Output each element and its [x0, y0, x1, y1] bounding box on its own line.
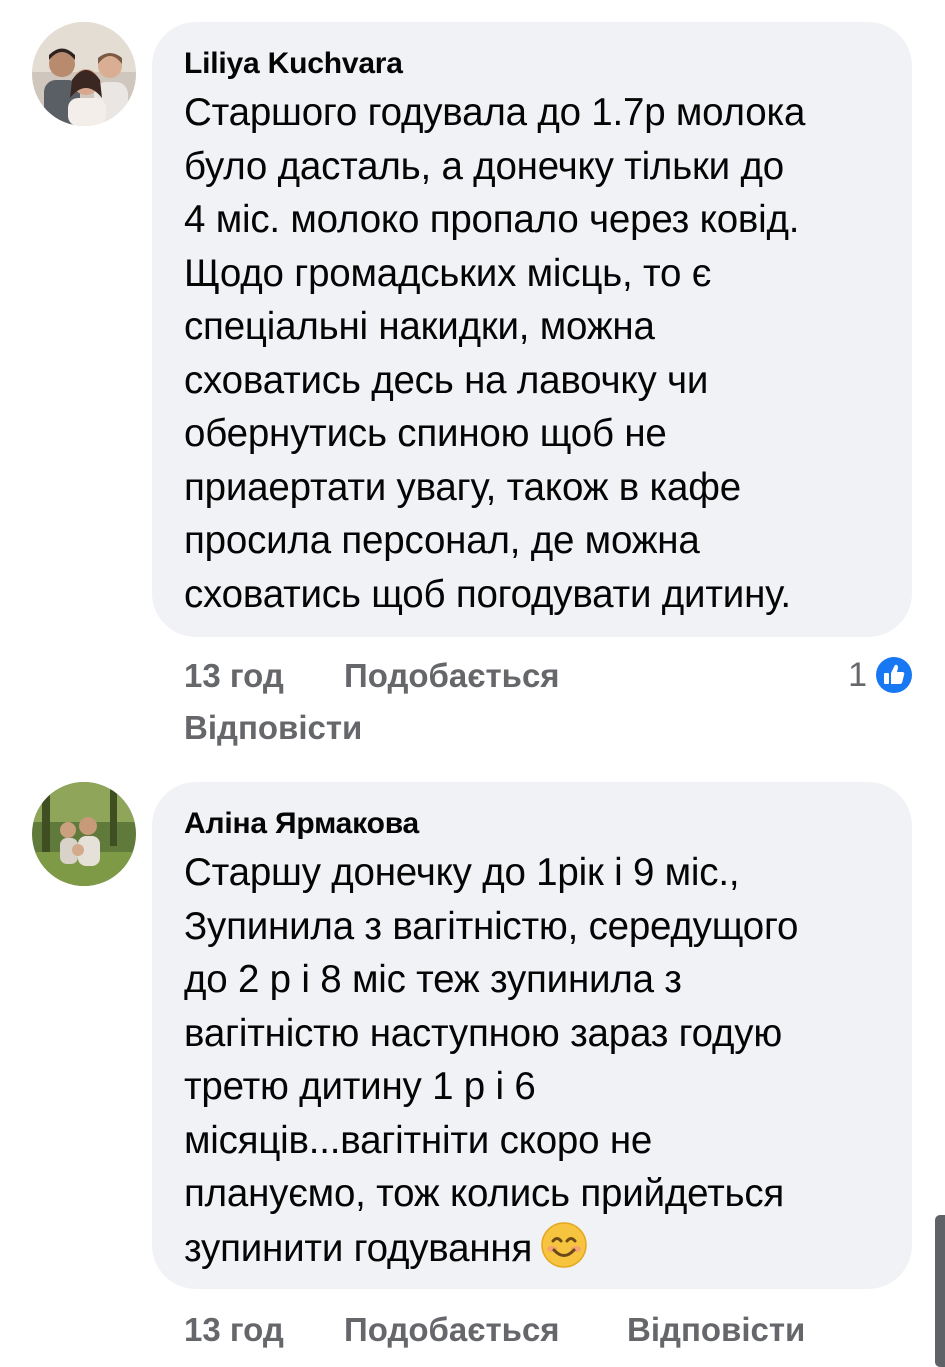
like-button[interactable]: Подобається [344, 656, 560, 696]
comment-text-line: місяців...вагітніти скоро не [184, 1118, 653, 1162]
comment-timestamp[interactable]: 13 год [184, 656, 284, 696]
like-icon [874, 655, 914, 695]
comment-bubble: Liliya Kuchvara Старшого годувала до 1.7… [152, 22, 912, 637]
comment-text-line: сховатись щоб погодувати дитину. [184, 572, 791, 616]
comment-text-line: Старшого годувала до 1.7р молока [184, 91, 806, 134]
like-button[interactable]: Подобається [344, 1310, 560, 1350]
comment-text-line: Старшу донечку до 1рік і 9 міс., [184, 851, 740, 894]
comment-text-line: обернутись спиною щоб не [184, 412, 667, 455]
comment-actions: 13 год Подобається Відповісти [184, 656, 914, 756]
reaction-count: 1 [848, 655, 867, 694]
comment-text-line: 4 міс. молоко пропало через ковід. [184, 198, 800, 241]
comment-text-line: Щодо громадських місць, то є [184, 251, 712, 295]
comment-text-line: приаертати увагу, також в кафе [184, 465, 741, 509]
reply-button[interactable]: Відповісти [627, 1310, 805, 1350]
comment-text-line: просила персонал, де можна [184, 519, 700, 562]
comment-text-line: третю дитину 1 р і 6 [184, 1065, 536, 1108]
smiling-face-emoji-icon [541, 1221, 587, 1268]
comment-text: Старшу донечку до 1рік і 9 міс., Зупинил… [184, 846, 882, 1275]
comment-author[interactable]: Liliya Kuchvara [184, 46, 882, 82]
comment-text-segment: зупинити годування [184, 1226, 533, 1270]
avatar-photo [32, 22, 136, 126]
comment-text-line: зупинити годування [184, 1221, 882, 1276]
comment-actions: 13 год Подобається Відповісти [184, 1310, 914, 1354]
comment-text-line: було дасталь, а донечку тільки до [184, 144, 784, 188]
comment-text-line: плануємо, тож колись прийдеться [184, 1172, 785, 1215]
avatar-photo [32, 782, 136, 886]
scrollbar-thumb[interactable] [935, 1215, 945, 1367]
reply-button[interactable]: Відповісти [184, 708, 362, 748]
comment-text-line: сховатись десь на лавочку чи [184, 358, 709, 402]
comment-text-line: вагітністю наступною зараз годую [184, 1011, 783, 1055]
comment-timestamp[interactable]: 13 год [184, 1310, 284, 1350]
comment-bubble: Аліна Ярмакова Старшу донечку до 1рік і … [152, 782, 912, 1289]
comment-text-line: до 2 р і 8 міс теж зупинила з [184, 958, 682, 1001]
avatar[interactable] [32, 22, 136, 126]
reaction-summary[interactable]: 1 [848, 654, 915, 696]
comment-text-line: Зупинила з вагітністю, середущого [184, 904, 799, 948]
comment-author[interactable]: Аліна Ярмакова [184, 806, 882, 842]
avatar[interactable] [32, 782, 136, 886]
comment-text: Старшого годувала до 1.7р молока було да… [184, 86, 882, 621]
comment-text-line: спеціальні накидки, можна [184, 305, 655, 348]
